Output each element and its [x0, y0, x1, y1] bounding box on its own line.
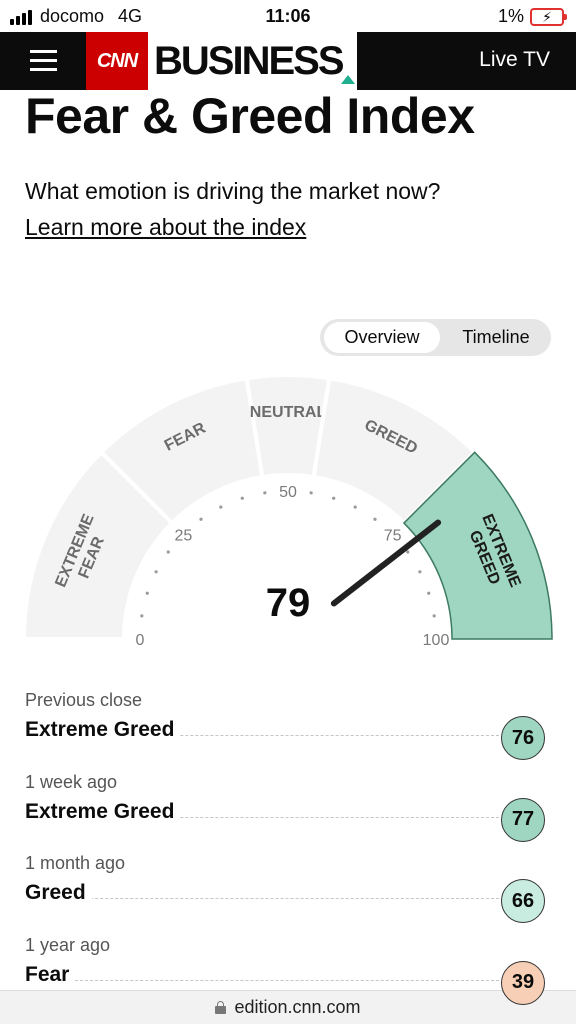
history-when: 1 year ago: [25, 934, 111, 955]
history-row-previous-close: Previous close Extreme Greed 76: [25, 686, 551, 768]
learn-more-link[interactable]: Learn more about the index: [25, 214, 306, 241]
gauge-tick-label: 0: [136, 632, 145, 649]
gauge-dot: [140, 614, 144, 618]
gauge-tick-label: 75: [384, 527, 402, 544]
gauge-dot: [373, 517, 377, 521]
history-list: Previous close Extreme Greed 76 1 week a…: [25, 686, 551, 1012]
gauge-value: 79: [266, 581, 311, 625]
history-when: 1 week ago: [25, 771, 118, 792]
gauge-dot: [353, 505, 357, 509]
history-row-month: 1 month ago Greed 66: [25, 849, 551, 931]
dotted-leader: [25, 979, 499, 981]
timeline-tab[interactable]: Timeline: [444, 322, 548, 353]
gauge-dot: [418, 570, 422, 574]
gauge-dot: [432, 614, 436, 618]
history-label: Greed: [25, 881, 92, 905]
lock-icon: [215, 1001, 227, 1014]
status-right: 1% ⚡: [497, 6, 567, 27]
cnn-logo: CNN: [86, 32, 148, 90]
gauge-tick-label: 50: [279, 484, 297, 501]
gauge-dot: [406, 550, 410, 554]
history-row-week: 1 week ago Extreme Greed 77: [25, 768, 551, 850]
triangle-icon: [340, 75, 355, 84]
history-value-badge: 66: [501, 879, 545, 923]
site-header: CNN BUSINESS Live TV: [0, 32, 576, 90]
gauge-dot: [154, 570, 158, 574]
history-label: Fear: [25, 962, 76, 987]
history-label: Extreme Greed: [25, 799, 181, 824]
business-wordmark: BUSINESS: [148, 32, 357, 90]
status-time: 11:06: [265, 6, 311, 26]
business-text: BUSINESS: [154, 39, 344, 83]
page-subtitle: What emotion is driving the market now?: [25, 178, 441, 204]
history-value-badge: 39: [501, 960, 545, 1005]
gauge-dot: [240, 496, 244, 500]
page-title: Fear & Greed Index: [25, 88, 475, 144]
history-label: Extreme Greed: [25, 718, 181, 742]
gauge-dot: [166, 550, 170, 554]
browser-url-bar[interactable]: edition.cnn.com: [0, 990, 576, 1024]
view-toggle: Overview Timeline: [320, 319, 551, 356]
overview-tab[interactable]: Overview: [324, 322, 440, 353]
hamburger-menu-icon[interactable]: [30, 48, 57, 72]
history-value-badge: 76: [501, 716, 545, 760]
bolt-icon: ⚡: [542, 8, 552, 25]
gauge-dot: [199, 517, 203, 521]
gauge-tick-label: 100: [423, 632, 450, 649]
fear-greed-gauge: EXTREMEFEARFEARNEUTRALGREEDEXTREMEGREED …: [21, 373, 553, 650]
cnn-business-logo[interactable]: CNN BUSINESS: [86, 32, 357, 90]
gauge-label-neutral: NEUTRAL: [250, 404, 327, 421]
url-domain: edition.cnn.com: [234, 997, 361, 1017]
history-when: 1 month ago: [25, 853, 126, 873]
history-when: Previous close: [25, 690, 143, 710]
history-value-badge: 77: [501, 797, 545, 842]
gauge-dot: [309, 491, 313, 495]
dotted-leader: [25, 898, 499, 899]
battery-icon: ⚡: [530, 7, 567, 26]
gauge-tick-label: 25: [174, 527, 192, 544]
gauge-dot: [145, 591, 149, 595]
status-bar: docomo 4G 11:06 1% ⚡: [0, 0, 576, 32]
gauge-dot: [263, 491, 267, 495]
gauge-dot: [219, 505, 223, 509]
gauge-dot: [427, 591, 431, 595]
gauge-dot: [332, 496, 336, 500]
battery-percent: 1%: [497, 6, 524, 26]
live-tv-link[interactable]: Live TV: [479, 48, 550, 72]
